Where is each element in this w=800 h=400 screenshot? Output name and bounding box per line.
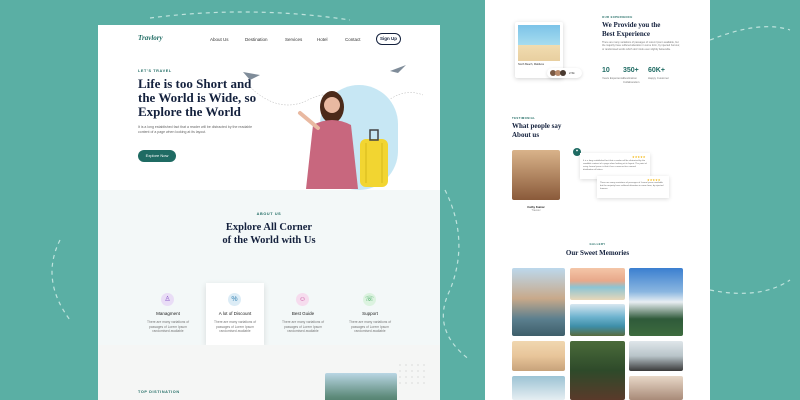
nav-services[interactable]: Services	[285, 37, 302, 42]
about-eyebrow: ABOUT US	[256, 212, 282, 216]
about-title-line: Explore All Corner	[225, 222, 313, 233]
nav-hotel[interactable]: Hotel	[317, 37, 328, 42]
experience-title-line: Best Experience	[602, 29, 651, 38]
gallery-title: Our Sweet Memories	[565, 249, 630, 257]
explore-now-button[interactable]: Explore Now	[138, 150, 176, 162]
experience-paragraph: There are many variations of passages of…	[602, 41, 680, 51]
guide-icon: ☺	[296, 293, 309, 306]
feature-card[interactable]: ☺ Best Guide There are many variations o…	[274, 283, 332, 345]
stat-label: Destination Collaboration	[623, 76, 640, 84]
photo-caption: North Beach, Maldives	[518, 63, 545, 66]
avatar-group: 2.5k	[547, 68, 582, 78]
gallery-photo-desert-city[interactable]	[512, 341, 565, 371]
nav-contact[interactable]: Contact	[345, 37, 361, 42]
hero-eyebrow: LET'S TRAVEL	[138, 69, 172, 73]
landing-page-continued-frame: North Beach, Maldives 2.5k OUR EXPERIENC…	[485, 0, 710, 400]
stat-value: 350+	[623, 67, 639, 74]
testimonial-title: What people say About us	[512, 122, 561, 139]
beach-photo	[518, 25, 560, 61]
gallery-photo-castle[interactable]	[629, 376, 683, 400]
support-icon: ☏	[363, 293, 376, 306]
discount-icon: %	[228, 293, 241, 306]
gallery-photo-mountain[interactable]	[629, 268, 683, 336]
gallery-eyebrow: GALLERY	[589, 242, 606, 246]
gallery-photo-waterfall[interactable]	[512, 376, 565, 400]
gallery-photo-coast[interactable]	[570, 304, 625, 336]
stat-label: Happy Customer	[648, 76, 669, 80]
feature-card[interactable]: ♙ Managment There are many variations of…	[139, 283, 197, 345]
brand-logo[interactable]: Travlory	[138, 34, 163, 42]
experience-eyebrow: OUR EXPERIENCE	[602, 15, 633, 19]
stat-label: Years Experience	[602, 76, 624, 80]
destination-section: TOP DISTINATION	[98, 345, 440, 400]
testimonial-photo	[512, 150, 560, 200]
testimonial-title-line: What people say	[512, 122, 562, 130]
hero-illustration	[243, 65, 424, 190]
experience-title-line: We Provide you the	[602, 21, 661, 29]
about-title-line: of the World with Us	[222, 235, 316, 246]
gallery-photo-beach[interactable]	[570, 268, 625, 300]
landing-page-frame: Travlory About Us Destination Services H…	[98, 25, 440, 400]
dot-pattern	[399, 364, 425, 384]
experience-title: We Provide you the Best Experience	[602, 21, 660, 38]
testimonial-quote: There are many variations of passages of…	[600, 182, 664, 190]
gallery-photo-penguins[interactable]	[629, 341, 683, 371]
testimonial-title-line: About us	[512, 130, 540, 139]
gallery-photo-forest[interactable]	[570, 341, 625, 400]
stat-value: 60K+	[648, 67, 665, 74]
nav-about[interactable]: About Us	[210, 37, 229, 42]
feature-card-text: There are many variations of passages of…	[349, 320, 391, 333]
testimonial-quote: It is a long established fact that a rea…	[583, 160, 647, 171]
about-title: Explore All Corner of the World with Us	[98, 221, 440, 247]
feature-card[interactable]: % A lot of Discount There are many varia…	[206, 283, 264, 345]
hero-paragraph: It is a long established fact that a rea…	[138, 125, 253, 134]
testimonial-card-secondary: ★★★★★ There are many variations of passa…	[597, 176, 669, 198]
about-section: ABOUT US Explore All Corner of the World…	[98, 190, 440, 345]
gallery-photo-venice[interactable]	[512, 268, 565, 336]
nav-destination[interactable]: Destination	[245, 37, 268, 42]
feature-card-text: There are many variations of passages of…	[214, 320, 256, 333]
rating-stars: ★★★★★	[632, 155, 646, 159]
feature-card-title: Managment	[156, 311, 180, 316]
destination-eyebrow: TOP DISTINATION	[138, 390, 180, 394]
feature-card-title: Best Guide	[291, 311, 315, 316]
stat-value: 10	[602, 67, 610, 74]
feature-card-title: Support	[362, 311, 378, 316]
destination-photo	[325, 373, 397, 400]
feature-card-title: A lot of Discount	[218, 311, 252, 316]
sign-up-button[interactable]: Sign Up	[376, 33, 401, 45]
person-icon: ♙	[161, 293, 174, 306]
testimonial-eyebrow: TESTIMONIAL	[512, 116, 536, 120]
feature-card-text: There are many variations of passages of…	[147, 320, 189, 333]
testimonial-role: Traveler	[531, 209, 541, 212]
avatar-count: 2.5k	[569, 71, 575, 75]
feature-card[interactable]: ☏ Support There are many variations of p…	[341, 283, 399, 345]
avatar	[560, 70, 566, 76]
feature-card-text: There are many variations of passages of…	[282, 320, 324, 333]
